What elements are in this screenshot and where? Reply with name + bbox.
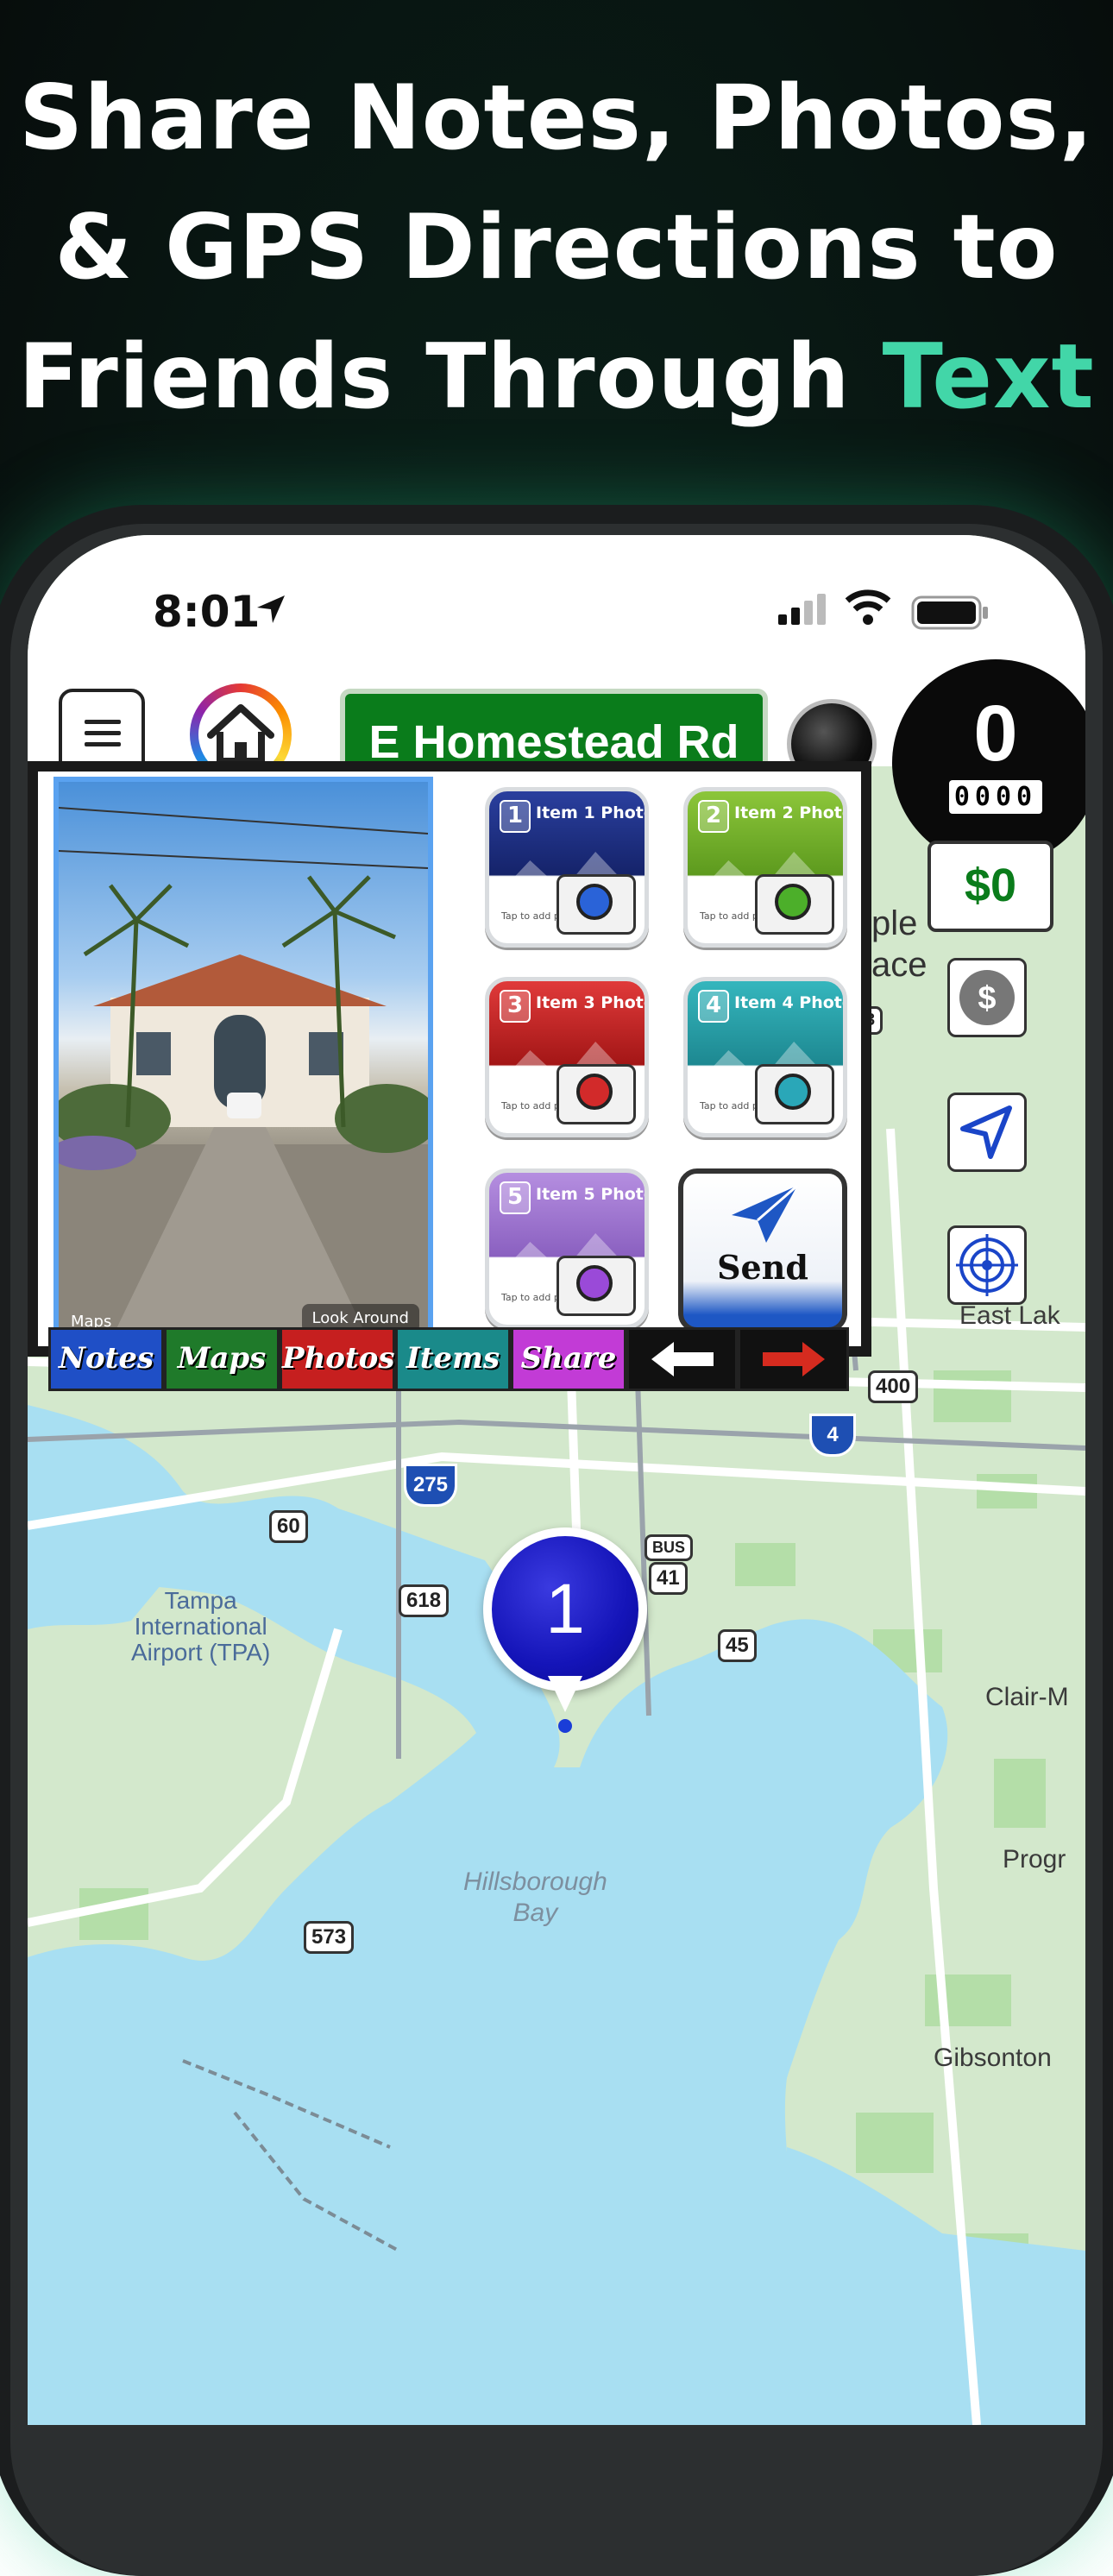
forward-button[interactable] <box>738 1327 849 1391</box>
money-button[interactable]: $0 <box>928 841 1053 932</box>
hamburger-icon-bar <box>85 731 121 735</box>
camera-icon <box>755 874 834 935</box>
camera-lens <box>775 1074 811 1110</box>
camera-icon <box>556 1256 636 1316</box>
headline-accent: Text <box>882 325 1095 429</box>
look-around-photo[interactable]: Maps Look Around <box>53 777 433 1346</box>
map-pin[interactable]: 1 <box>483 1527 647 1712</box>
hamburger-icon <box>85 720 121 724</box>
hamburger-icon-bar <box>85 742 121 746</box>
route-shield-45: 45 <box>718 1629 757 1662</box>
send-button[interactable]: Send <box>678 1168 847 1332</box>
tile-number: 5 <box>500 1181 531 1214</box>
counter-value: 0 <box>973 690 1018 778</box>
headline-line-2: & GPS Directions to <box>54 196 1059 299</box>
airport-label-line-1: Tampa <box>164 1587 237 1614</box>
item-2-photo-tile[interactable]: 2 Item 2 Photo Tap to add photo <box>683 787 847 948</box>
tile-title: Item 1 Photo <box>536 803 649 822</box>
battery-icon <box>911 595 988 630</box>
east-lake-label: East Lak <box>959 1301 1060 1330</box>
tab-share[interactable]: Share <box>511 1327 626 1391</box>
bus-shield: BUS <box>645 1534 694 1561</box>
target-button[interactable] <box>947 1225 1027 1305</box>
map-pin-location-dot <box>558 1719 572 1733</box>
item-5-photo-tile[interactable]: 5 Item 5 Photo Tap to add photo <box>485 1168 649 1329</box>
clair-label: Clair-M <box>985 1683 1069 1711</box>
route-shield-41: 41 <box>649 1562 688 1595</box>
tile-number: 2 <box>698 800 729 833</box>
tile-title: Item 3 Photo <box>536 993 649 1012</box>
camera-lens <box>775 884 811 920</box>
camera-icon <box>755 1064 834 1124</box>
back-button[interactable] <box>626 1327 738 1391</box>
bay-label: Hillsborough Bay <box>463 1867 607 1929</box>
tab-notes[interactable]: Notes <box>48 1327 164 1391</box>
airport-label: Tampa International Airport (TPA) <box>131 1588 270 1666</box>
camera-lens <box>576 1074 613 1110</box>
app-screen: Tampa International Airport (TPA) Hillsb… <box>28 535 1085 2425</box>
wifi-icon <box>845 589 891 625</box>
toolbar: E Homestead Rd 0 0000 <box>28 659 1085 866</box>
headline-line-3: Friends Through Text <box>0 312 1113 442</box>
camera-lens <box>576 884 613 920</box>
signal-icon <box>778 594 826 625</box>
bay-label-line-2: Bay <box>512 1899 558 1927</box>
dollar-button[interactable]: $ <box>947 958 1027 1037</box>
route-shield-60: 60 <box>269 1510 308 1543</box>
house-photo-image <box>59 807 428 1341</box>
dollar-icon: $ <box>959 970 1015 1025</box>
navigation-arrow-icon <box>960 1105 1012 1159</box>
progress-label: Progr <box>1003 1845 1066 1874</box>
camera-icon <box>556 874 636 935</box>
arrow-right-icon <box>762 1342 825 1376</box>
bay-label-line-1: Hillsborough <box>463 1867 607 1896</box>
item-panel: Maps Look Around 1 Item 1 Photo Tap to a… <box>28 761 871 1357</box>
map-pin-number: 1 <box>492 1536 638 1683</box>
route-shield-618: 618 <box>399 1584 450 1617</box>
item-1-photo-tile[interactable]: 1 Item 1 Photo Tap to add photo <box>485 787 649 948</box>
airport-label-line-2: International <box>134 1613 267 1640</box>
headline-line-3-prefix: Friends Through <box>18 325 883 429</box>
tile-title: Item 4 Photo <box>734 993 847 1012</box>
location-arrow-icon <box>257 595 285 623</box>
map-pin-tip <box>548 1676 582 1712</box>
status-time: 8:01 <box>153 587 261 637</box>
airport-label-line-3: Airport (TPA) <box>131 1639 271 1666</box>
camera-icon <box>556 1064 636 1124</box>
tab-items[interactable]: Items <box>395 1327 511 1391</box>
tile-number: 3 <box>500 990 531 1023</box>
navigate-button[interactable] <box>947 1093 1027 1172</box>
counter[interactable]: 0 0000 <box>892 659 1085 866</box>
counter-digits: 0000 <box>948 780 1043 814</box>
route-shield-400: 400 <box>868 1370 919 1403</box>
tab-maps[interactable]: Maps <box>164 1327 280 1391</box>
paper-plane-icon <box>732 1184 798 1243</box>
place-label-2: ace <box>871 946 928 984</box>
camera-lens <box>576 1265 613 1301</box>
interstate-shield-4: 4 <box>809 1414 856 1457</box>
arrow-left-icon <box>651 1342 714 1376</box>
tile-number: 4 <box>698 990 729 1023</box>
svg-text:$: $ <box>978 980 996 1017</box>
tab-photos[interactable]: Photos <box>280 1327 395 1391</box>
headline-line-1: Share Notes, Photos, <box>19 66 1094 170</box>
item-3-photo-tile[interactable]: 3 Item 3 Photo Tap to add photo <box>485 977 649 1137</box>
status-bar: 8:01 <box>28 535 1085 664</box>
tile-title: Item 2 Photo <box>734 803 847 822</box>
send-label: Send <box>717 1248 808 1287</box>
gibsonton-label: Gibsonton <box>934 2044 1052 2072</box>
item-4-photo-tile[interactable]: 4 Item 4 Photo Tap to add photo <box>683 977 847 1137</box>
interstate-shield-275: 275 <box>404 1464 457 1507</box>
route-shield-573: 573 <box>304 1921 355 1954</box>
tile-title: Item 5 Photo <box>536 1185 649 1204</box>
tile-number: 1 <box>500 800 531 833</box>
headline: Share Notes, Photos, & GPS Directions to… <box>0 54 1113 442</box>
target-icon <box>956 1234 1018 1296</box>
place-label-1: ple <box>871 904 918 942</box>
tab-bar: Notes Maps Photos Items Share <box>48 1327 849 1391</box>
